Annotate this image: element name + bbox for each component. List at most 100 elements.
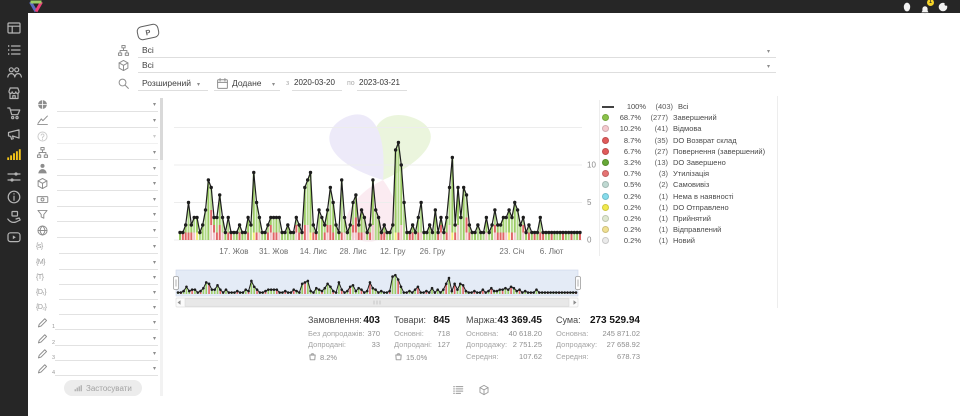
date-to-label: по — [347, 80, 355, 87]
filter-select[interactable]: ▾ — [57, 178, 158, 191]
date-from-input[interactable]: 2020-03-20 — [294, 78, 335, 87]
sidebar-item-dashboard-icon[interactable] — [6, 20, 22, 36]
legend-item[interactable]: 3.2%(13)DO Завершено — [602, 157, 778, 168]
legend-item[interactable]: 8.7%(35)DO Возврат склад — [602, 135, 778, 146]
legend-item[interactable]: 0.5%(2)Самовивіз — [602, 179, 778, 190]
stat-sub-label: Допродані: — [308, 340, 346, 349]
filter-select[interactable]: ▾ — [57, 99, 158, 112]
filter-select[interactable]: ▾ — [57, 209, 158, 222]
filter-select[interactable]: ▾ — [59, 302, 158, 315]
stat-sub-label: Допродажу: — [466, 340, 507, 349]
profile-icon[interactable] — [902, 2, 912, 12]
promo-tag-icon[interactable]: Р — [136, 23, 160, 41]
sidebar-item-info-icon[interactable] — [6, 189, 22, 205]
list-view-toggle-icon[interactable] — [452, 384, 464, 396]
notification-badge: 1 — [927, 0, 934, 6]
chart-legend: 100%(403)Всі68.7%(277)Завершений10.2%(41… — [602, 101, 778, 246]
stat-badge-percent: 8.2% — [320, 353, 337, 362]
search-icon[interactable] — [117, 77, 130, 90]
stat-sub-label: Основна: — [556, 329, 588, 338]
sidebar-item-video-icon[interactable] — [6, 229, 22, 245]
braces-T-icon: {T} — [36, 271, 52, 285]
legend-item[interactable]: 10.2%(41)Відмова — [602, 123, 778, 134]
sidebar-item-handbox-icon[interactable] — [6, 209, 22, 225]
stat-sub-value: 245 871.02 — [602, 329, 640, 338]
date-field-select[interactable]: Додане — [232, 78, 262, 88]
filter-select[interactable]: ▾ — [57, 194, 158, 207]
legend-swatch-icon — [602, 170, 609, 177]
globe-icon — [36, 224, 50, 238]
sidebar-item-cart-icon[interactable] — [6, 105, 22, 121]
filter-select[interactable]: ▾ — [55, 363, 158, 376]
legend-label: Новий — [673, 236, 695, 245]
range-handle-left[interactable] — [174, 277, 179, 290]
filter-select[interactable]: ▾ — [57, 115, 158, 128]
filter-row-pencil1: 1▾ — [36, 316, 158, 330]
sidebar-item-users-icon[interactable] — [6, 64, 22, 80]
stat-label: Сума: — [556, 315, 581, 325]
status-filter-value[interactable]: Всі — [142, 45, 154, 55]
chevron-down-icon[interactable]: ▾ — [197, 81, 200, 89]
legend-item[interactable]: 0.2%(1) Новий — [602, 235, 778, 246]
sidebar-item-store-icon[interactable] — [6, 85, 22, 101]
stats-column: Сума:273 529.94Основна:245 871.02Допрода… — [556, 315, 640, 361]
filter-select[interactable]: ▾ — [59, 272, 158, 285]
product-filter-value[interactable]: Всі — [142, 60, 154, 70]
filter-select[interactable]: ▾ — [55, 348, 158, 361]
range-handle-right[interactable] — [576, 277, 581, 290]
funnel-icon — [36, 208, 50, 222]
sidebar-item-megaphone-icon[interactable] — [6, 126, 22, 142]
legend-item[interactable]: 0.7%(3)Утилізація — [602, 168, 778, 179]
legend-percent: 0.7% — [612, 169, 641, 178]
chevron-down-icon: ▾ — [153, 350, 156, 358]
filter-select[interactable]: ▾ — [57, 131, 158, 144]
sidebar-item-sliders-icon[interactable] — [6, 169, 22, 185]
stat-value: 403 — [363, 315, 380, 326]
legend-item[interactable]: 0.2%(1)Прийнятий — [602, 213, 778, 224]
filter-select[interactable]: ▾ — [59, 257, 158, 270]
legend-item[interactable]: 6.7%(27)Повернення (завершений) — [602, 146, 778, 157]
product-view-toggle-icon[interactable] — [478, 384, 490, 396]
sidebar-item-orders-icon[interactable] — [6, 42, 22, 58]
legend-item[interactable]: 68.7%(277)Завершений — [602, 112, 778, 123]
apply-filters-button[interactable]: Застосувати — [64, 380, 142, 396]
notifications-bell-icon[interactable]: 1 — [920, 2, 930, 12]
legend-item[interactable]: 0.2%(1)Відправлений — [602, 224, 778, 235]
legend-item[interactable]: 0.2%(1)Нема в наявності — [602, 191, 778, 202]
filter-select[interactable]: ▾ — [57, 147, 158, 160]
legend-percent: 0.2% — [612, 236, 641, 245]
pencil-icon — [36, 332, 50, 346]
filter-row-M: {M}▾ — [36, 256, 158, 270]
filter-select[interactable]: ▾ — [55, 317, 158, 330]
filter-select[interactable]: ▾ — [57, 163, 158, 176]
chevron-down-icon[interactable]: ▾ — [767, 63, 770, 71]
filter-select[interactable]: ▾ — [57, 225, 158, 238]
legend-item[interactable]: 0.2%(1)DO Отправлено — [602, 202, 778, 213]
chevron-down-icon[interactable]: ▾ — [272, 81, 275, 89]
calendar-icon[interactable] — [216, 77, 229, 90]
filter-row-person: ▾ — [36, 162, 158, 176]
legend-percent: 0.2% — [612, 225, 641, 234]
legend-percent: 0.2% — [612, 203, 641, 212]
chevron-down-icon[interactable]: ▾ — [767, 48, 770, 56]
chevron-down-icon: ▾ — [153, 304, 156, 312]
stat-value: 845 — [433, 315, 450, 326]
date-to-input[interactable]: 2023-03-21 — [359, 78, 400, 87]
legend-item[interactable]: 100%(403)Всі — [602, 101, 778, 112]
legend-count: (1) — [641, 236, 668, 245]
avatar[interactable] — [938, 2, 948, 12]
legend-swatch-icon — [602, 114, 609, 121]
legend-swatch-icon — [602, 204, 609, 211]
bag-icon — [308, 352, 317, 363]
legend-label: DO Завершено — [673, 158, 726, 167]
app-logo-icon[interactable] — [27, 0, 45, 13]
filter-select[interactable]: ▾ — [59, 241, 158, 254]
stat-sub-value: 2 751.25 — [513, 340, 542, 349]
chart-range-navigator[interactable] — [170, 269, 618, 311]
filter-panel-scrollbar[interactable] — [160, 98, 163, 396]
filter-select[interactable]: ▾ — [55, 333, 158, 346]
sidebar-item-analytics-icon[interactable] — [6, 147, 22, 163]
filter-select[interactable]: ▾ — [59, 287, 158, 300]
search-mode-select[interactable]: Розширений — [142, 78, 191, 88]
stats-column: Товари:845Основні:718Допродані:12715.0% — [394, 315, 450, 363]
